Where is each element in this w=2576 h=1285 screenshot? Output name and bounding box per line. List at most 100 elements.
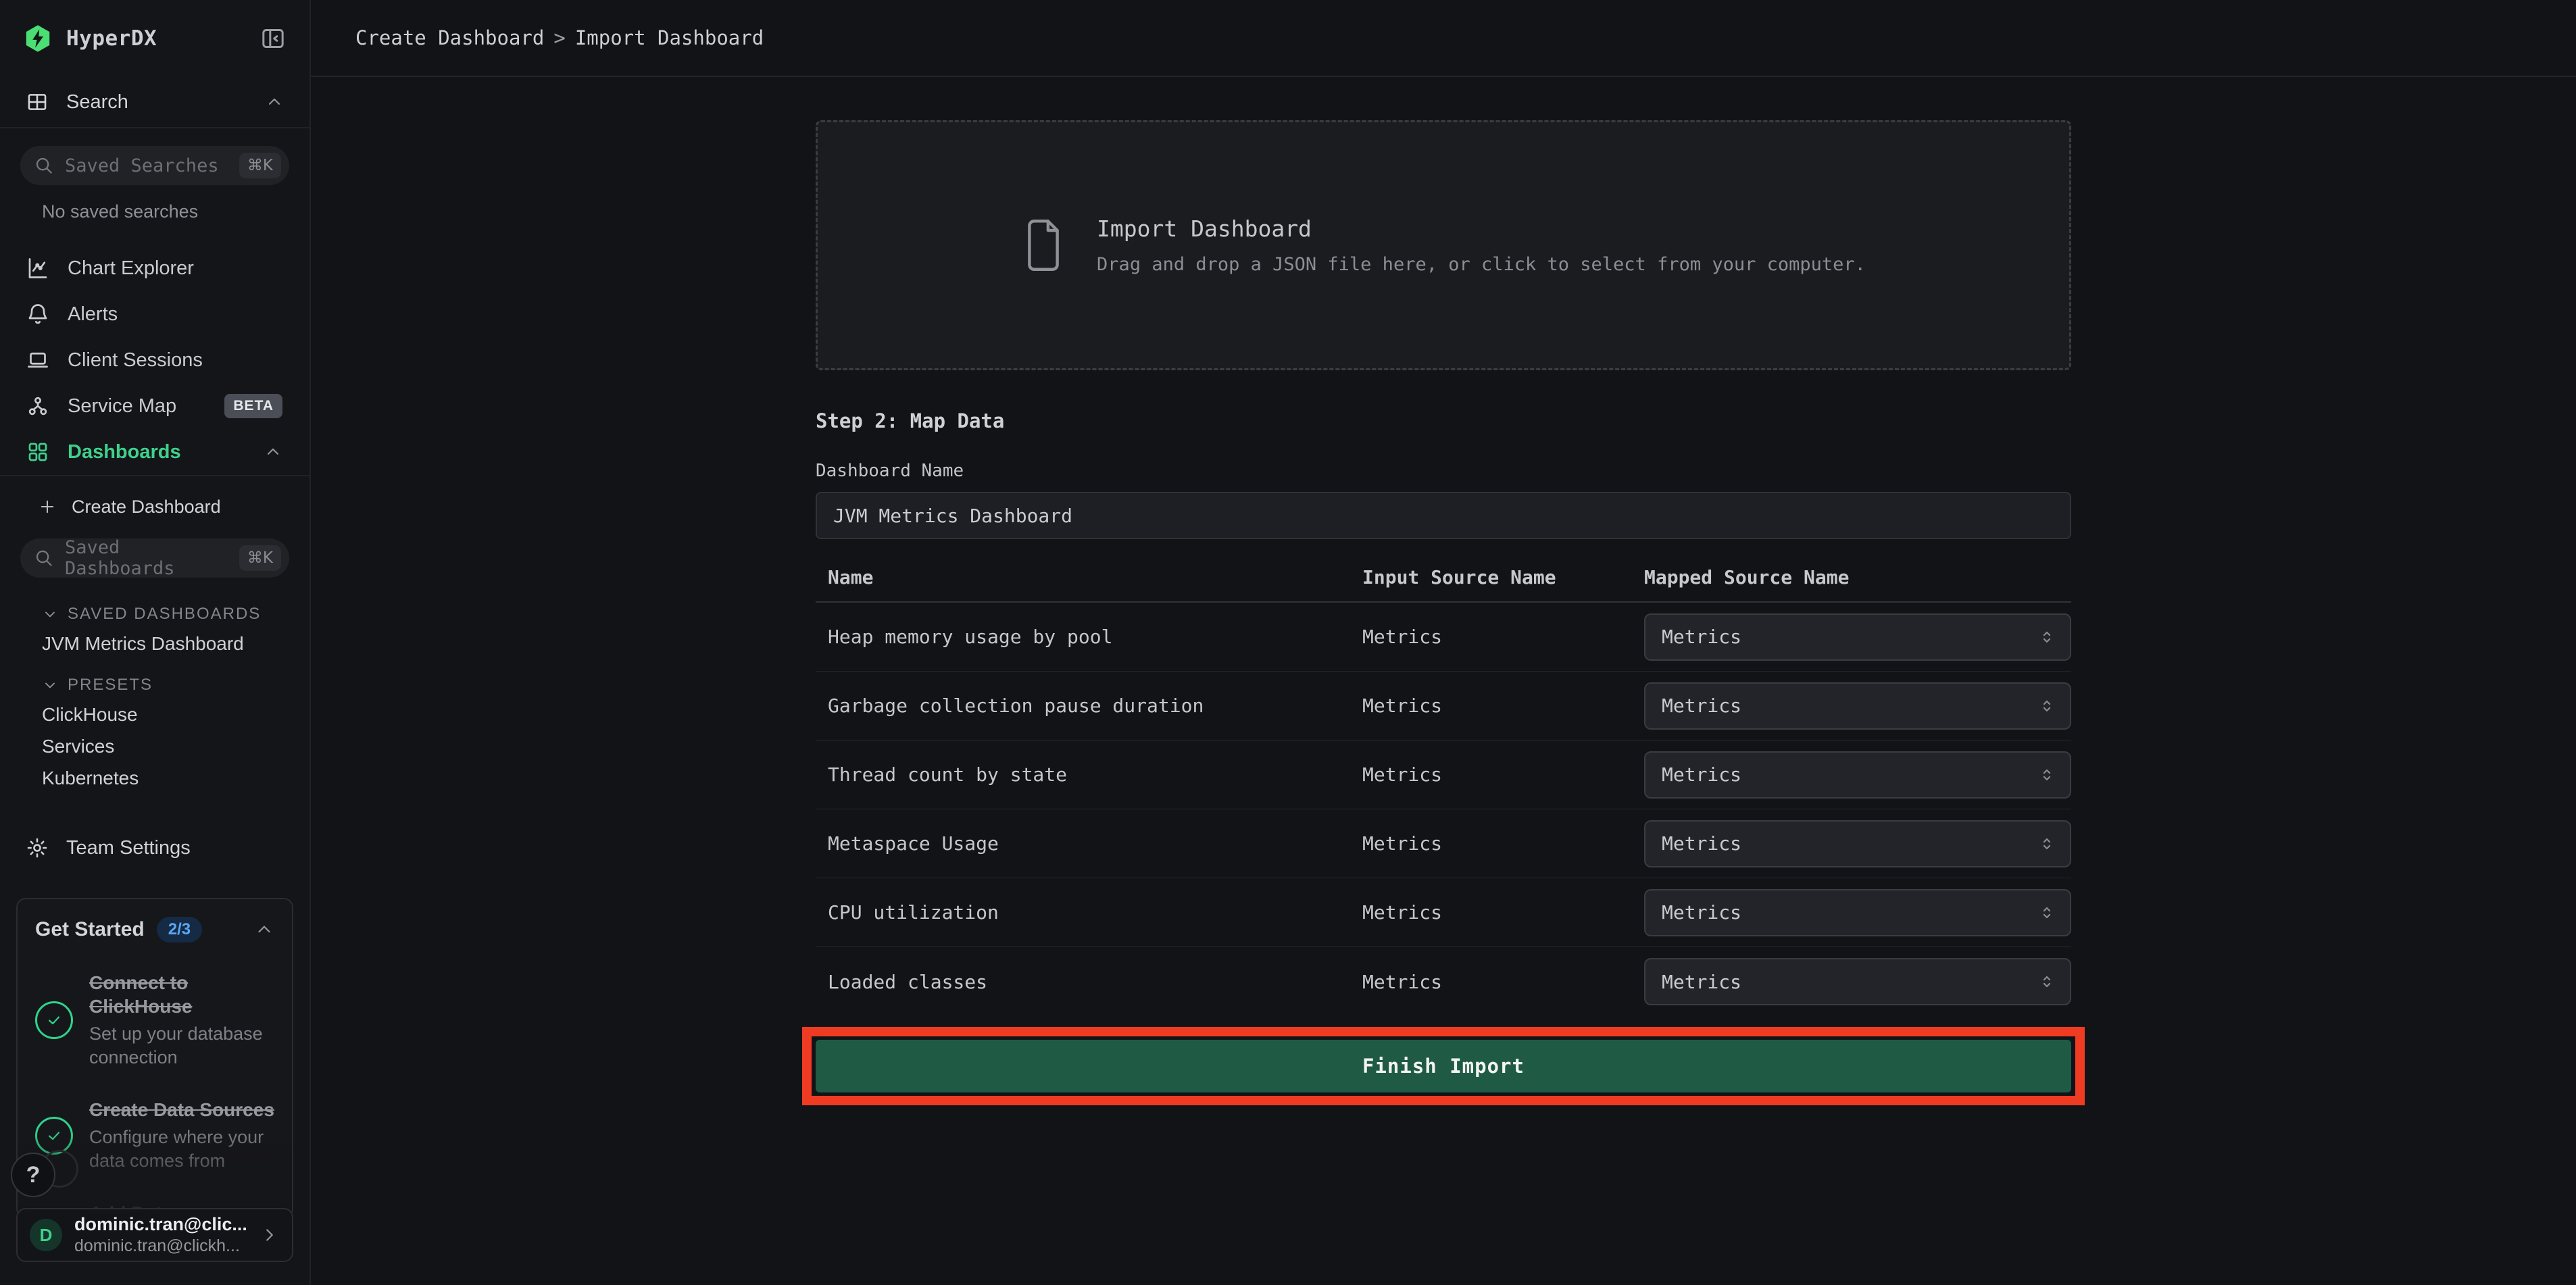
chevron-updown-icon [2037, 765, 2056, 784]
selected-value: Metrics [1662, 901, 2037, 924]
sidebar-preset-services[interactable]: Services [0, 730, 309, 762]
app-root: HyperDX Search [0, 0, 2576, 1285]
no-saved-searches-text: No saved searches [42, 201, 309, 222]
col-header-mapped-source: Mapped Source Name [1644, 566, 2071, 588]
app-title: HyperDX [66, 26, 246, 51]
sidebar-dashboard-jvm-metrics[interactable]: JVM Metrics Dashboard [0, 628, 309, 659]
team-settings-label: Team Settings [66, 837, 191, 859]
sidebar-item-client-sessions[interactable]: Client Sessions [0, 337, 309, 383]
shortcut-badge: ⌘K [239, 545, 281, 571]
sidebar-item-service-map[interactable]: Service Map BETA [0, 383, 309, 429]
progress-badge: 2/3 [157, 917, 202, 942]
selected-value: Metrics [1662, 763, 2037, 786]
dashboard-link-label: JVM Metrics Dashboard [42, 633, 244, 655]
chevron-updown-icon [2037, 834, 2056, 853]
mapped-source-select[interactable]: Metrics [1644, 682, 2071, 730]
check-circle-icon [35, 1001, 73, 1039]
input-source-value: Metrics [1362, 901, 1644, 924]
hyperdx-logo-icon [23, 24, 53, 53]
mapped-source-select[interactable]: Metrics [1644, 958, 2071, 1005]
preset-link-label: Kubernetes [42, 767, 139, 789]
saved-searches-input[interactable]: Saved Searches ⌘K [20, 146, 289, 185]
chevron-right-icon [259, 1225, 280, 1245]
chevron-up-icon [265, 93, 284, 111]
nav-label: Service Map [68, 395, 176, 418]
help-button[interactable]: ? [11, 1153, 55, 1197]
source-mapping-table: Name Input Source Name Mapped Source Nam… [816, 553, 2071, 1016]
input-source-value: Metrics [1362, 763, 1644, 786]
input-source-value: Metrics [1362, 626, 1644, 648]
divider [0, 475, 309, 476]
click-highlight-annotation: Finish Import [802, 1027, 2085, 1105]
breadcrumb-separator: > [544, 26, 574, 49]
selected-value: Metrics [1662, 626, 2037, 648]
chart-name: Heap memory usage by pool [816, 626, 1362, 648]
preset-link-label: Services [42, 736, 114, 757]
input-source-value: Metrics [1362, 832, 1644, 855]
breadcrumb-create-dashboard[interactable]: Create Dashboard [355, 26, 544, 49]
chart-explorer-icon [26, 256, 50, 280]
task-title: Create Data Sources [89, 1098, 274, 1122]
nav-label: Alerts [68, 303, 282, 326]
user-menu[interactable]: D dominic.tran@clic... dominic.tran@clic… [16, 1208, 293, 1262]
sidebar-preset-clickhouse[interactable]: ClickHouse [0, 699, 309, 730]
mapped-source-select[interactable]: Metrics [1644, 820, 2071, 867]
user-email: dominic.tran@clickh... [74, 1236, 247, 1256]
selected-value: Metrics [1662, 832, 2037, 855]
check-circle-icon [35, 1117, 73, 1155]
sidebar-item-dashboards[interactable]: Dashboards [0, 429, 309, 475]
mapped-source-select[interactable]: Metrics [1644, 889, 2071, 936]
chevron-down-icon [42, 606, 58, 622]
sidebar-section-search[interactable]: Search [0, 77, 309, 127]
table-grid-icon [26, 91, 49, 114]
nav-label: Chart Explorer [68, 257, 282, 280]
import-dashboard-form: Import Dashboard Drag and drop a JSON fi… [816, 120, 2071, 1105]
panel-collapse-icon [259, 25, 287, 52]
chevron-updown-icon [2037, 697, 2056, 715]
plus-icon [38, 497, 57, 516]
mapped-source-select[interactable]: Metrics [1644, 613, 2071, 661]
table-row: Garbage collection pause duration Metric… [816, 672, 2071, 740]
topbar: Create Dashboard>Import Dashboard [311, 0, 2576, 77]
user-name: dominic.tran@clic... [74, 1214, 247, 1235]
selected-value: Metrics [1662, 971, 2037, 993]
saved-dashboards-placeholder: Saved Dashboards [65, 537, 228, 579]
saved-dashboards-input[interactable]: Saved Dashboards ⌘K [20, 538, 289, 578]
presets-section-toggle[interactable]: PRESETS [0, 672, 309, 699]
chart-name: Loaded classes [816, 971, 1362, 993]
dropzone-title: Import Dashboard [1097, 216, 1866, 242]
sidebar-nav: Chart Explorer Alerts Client Sessions [0, 245, 309, 475]
selected-value: Metrics [1662, 695, 2037, 717]
sidebar-item-alerts[interactable]: Alerts [0, 291, 309, 337]
table-row: Metaspace Usage Metrics Metrics [816, 809, 2071, 878]
logo-row: HyperDX [0, 0, 309, 77]
saved-dashboards-section-toggle[interactable]: SAVED DASHBOARDS [0, 601, 309, 628]
create-dashboard-button[interactable]: Create Dashboard [0, 486, 309, 528]
section-label: SAVED DASHBOARDS [68, 605, 261, 624]
collapse-sidebar-button[interactable] [259, 25, 287, 52]
task-desc: Set up your database connection [89, 1022, 274, 1069]
nav-label: Dashboards [68, 441, 246, 463]
dashboard-name-input[interactable]: JVM Metrics Dashboard [816, 492, 2071, 539]
nav-label: Client Sessions [68, 349, 282, 372]
task-desc: Configure where your data comes from [89, 1126, 274, 1173]
service-map-icon [26, 394, 50, 418]
table-row: CPU utilization Metrics Metrics [816, 878, 2071, 947]
sidebar-item-chart-explorer[interactable]: Chart Explorer [0, 245, 309, 291]
table-row: Thread count by state Metrics Metrics [816, 740, 2071, 809]
task-connect-to-clickhouse[interactable]: Connect to ClickHouse Set up your databa… [35, 971, 274, 1069]
get-started-header[interactable]: Get Started 2/3 [35, 917, 274, 942]
saved-searches-placeholder: Saved Searches [65, 155, 228, 176]
dashboards-grid-icon [26, 440, 50, 464]
dashboard-name-label: Dashboard Name [816, 461, 2071, 481]
dashboard-name-value: JVM Metrics Dashboard [833, 505, 1072, 527]
dropzone-text: Import Dashboard Drag and drop a JSON fi… [1097, 216, 1866, 275]
sidebar-item-team-settings[interactable]: Team Settings [0, 826, 309, 870]
shortcut-badge: ⌘K [239, 153, 281, 178]
mapped-source-select[interactable]: Metrics [1644, 751, 2071, 799]
json-file-dropzone[interactable]: Import Dashboard Drag and drop a JSON fi… [816, 120, 2071, 370]
sidebar-preset-kubernetes[interactable]: Kubernetes [0, 762, 309, 794]
dropzone-subtitle: Drag and drop a JSON file here, or click… [1097, 254, 1866, 275]
chart-name: Thread count by state [816, 763, 1362, 786]
finish-import-button[interactable]: Finish Import [816, 1040, 2071, 1092]
